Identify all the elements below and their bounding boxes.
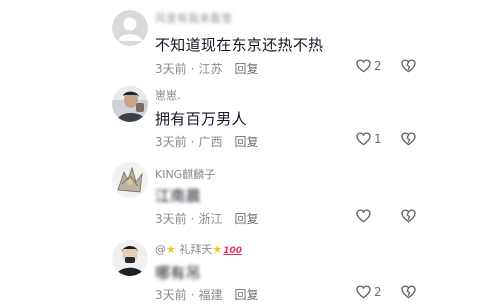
star-icon: ★ xyxy=(166,243,176,256)
comment-text: 不知道现在东京还热不热 xyxy=(155,36,324,54)
comment-time: 3天前 xyxy=(155,212,187,226)
comment-username[interactable]: 风里有我来看雪 xyxy=(155,10,232,26)
user-photo-avatar-icon xyxy=(112,86,148,122)
like-count: 2 xyxy=(374,285,382,299)
comment-text: 拥有百万男人 xyxy=(155,110,247,128)
comment-time: 3天前 xyxy=(155,135,187,149)
comment-meta: 3天前 · 江苏 回复 xyxy=(155,60,259,77)
comment-text: 江南晨 xyxy=(155,187,201,205)
heart-outline-icon xyxy=(356,209,371,223)
broken-heart-icon xyxy=(401,285,416,299)
separator-dot: · xyxy=(190,61,195,76)
username-text: 礼拜天 xyxy=(179,243,213,256)
avatar[interactable] xyxy=(112,240,148,276)
dislike-button[interactable] xyxy=(401,285,416,299)
default-avatar-icon xyxy=(112,10,148,46)
broken-heart-icon xyxy=(401,59,416,73)
star-icon: ★ xyxy=(212,243,223,256)
like-count: 1 xyxy=(374,132,382,146)
comment-meta: 3天前 · 浙江 回复 xyxy=(155,210,259,227)
like-button[interactable]: 2 xyxy=(356,285,382,299)
like-button[interactable] xyxy=(356,209,374,223)
separator-dot: · xyxy=(190,211,195,226)
dislike-button[interactable] xyxy=(401,209,416,223)
reply-button[interactable]: 回复 xyxy=(234,286,258,303)
hundred-points-icon: 100 xyxy=(223,246,243,256)
heart-outline-icon xyxy=(356,59,371,73)
comment-location: 江苏 xyxy=(198,62,223,76)
comment-location: 福建 xyxy=(198,288,223,302)
comment-username[interactable]: @★ 礼拜天★100 xyxy=(155,241,242,257)
like-button[interactable]: 1 xyxy=(356,132,382,146)
heart-outline-icon xyxy=(356,132,371,146)
comment-username[interactable]: 崽崽. xyxy=(155,87,181,103)
user-photo-avatar-icon xyxy=(112,240,148,276)
broken-heart-icon xyxy=(401,209,416,223)
comment-text: 哪有吊 xyxy=(155,264,201,282)
dislike-button[interactable] xyxy=(401,132,416,146)
separator-dot: · xyxy=(190,134,195,149)
heart-outline-icon xyxy=(356,285,371,299)
avatar[interactable] xyxy=(112,10,148,46)
comment-location: 浙江 xyxy=(198,212,223,226)
comment-time: 3天前 xyxy=(155,288,187,302)
avatar[interactable] xyxy=(112,86,148,122)
like-count: 2 xyxy=(374,59,382,73)
comment-location: 广西 xyxy=(198,135,223,149)
reply-button[interactable]: 回复 xyxy=(234,60,258,77)
sketch-avatar-icon xyxy=(112,162,148,198)
comment-meta: 3天前 · 广西 回复 xyxy=(155,133,259,150)
dislike-button[interactable] xyxy=(401,59,416,73)
reply-button[interactable]: 回复 xyxy=(234,133,258,150)
like-button[interactable]: 2 xyxy=(356,59,382,73)
mention-prefix: @ xyxy=(155,243,166,256)
avatar[interactable] xyxy=(112,162,148,198)
comment-meta: 3天前 · 福建 回复 xyxy=(155,286,259,303)
comment-username[interactable]: KING麒麟子 xyxy=(155,166,215,182)
separator-dot: · xyxy=(190,287,195,302)
broken-heart-icon xyxy=(401,132,416,146)
reply-button[interactable]: 回复 xyxy=(234,210,258,227)
comment-time: 3天前 xyxy=(155,62,187,76)
